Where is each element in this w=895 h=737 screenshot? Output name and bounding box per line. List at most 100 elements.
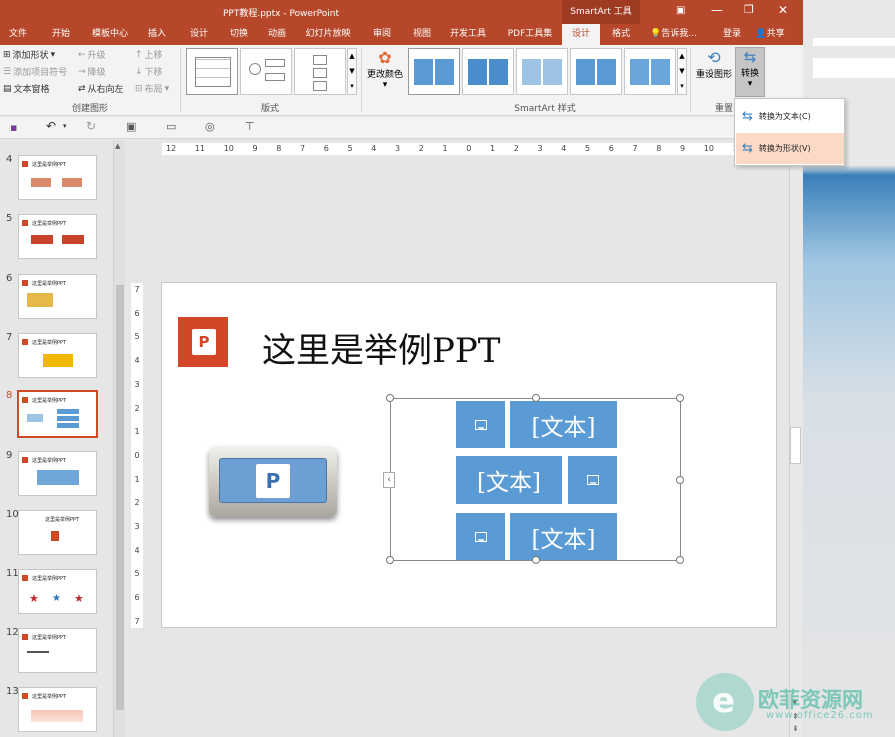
slide-layout-icon[interactable]: ▭ — [166, 120, 176, 133]
resize-handle[interactable] — [676, 556, 684, 564]
slide-thumbnail-10[interactable]: 这里是举例PPT — [18, 510, 97, 555]
smartart-frame[interactable]: [文本] [文本] [文本] ‹ — [383, 394, 684, 564]
present-icon[interactable]: ⊤ — [245, 120, 255, 133]
change-colors-button[interactable]: ✿ 更改颜色 ▾ — [366, 48, 404, 96]
login-link[interactable]: 登录 — [718, 24, 746, 45]
slide-thumb-title: 这里是举例PPT — [32, 398, 67, 404]
tab-smartart-design[interactable]: 设计 — [562, 24, 600, 45]
redo-icon[interactable]: ↻ — [86, 119, 96, 133]
slide-thumb-title: 这里是举例PPT — [32, 635, 67, 641]
share-button[interactable]: 👤共享 — [750, 24, 790, 45]
tab-design[interactable]: 设计 — [182, 24, 216, 45]
layout-button[interactable]: ⊟ 布局 ▾ — [135, 82, 169, 96]
ruler-labels: 1211109876543210123456789101112 — [162, 143, 776, 155]
picture-placeholder[interactable] — [456, 401, 505, 448]
restore-icon[interactable]: ❐ — [744, 3, 754, 16]
move-up-button[interactable]: ↑ 上移 — [135, 48, 163, 62]
resize-handle[interactable] — [386, 556, 394, 564]
slide-thumbnail-7[interactable]: 这里是举例PPT — [18, 333, 97, 378]
text-pane-toggle-icon[interactable]: ‹ — [383, 472, 395, 488]
picture-placeholder[interactable] — [456, 513, 505, 560]
slide-thumbnail-5[interactable]: 这里是举例PPT — [18, 214, 97, 259]
current-slide[interactable]: P 这里是举例PPT P [文本] [文本] [文本] ‹ — [161, 282, 777, 628]
from-beginning-icon[interactable]: ◎ — [205, 120, 215, 133]
tab-home[interactable]: 开始 — [43, 24, 79, 45]
tab-format[interactable]: 格式 — [603, 24, 639, 45]
text-placeholder[interactable]: [文本] — [510, 401, 617, 448]
add-bullet-button[interactable]: ☰ 添加项目符号 — [3, 65, 67, 79]
slide-thumbnail-9[interactable]: 这里是举例PPT — [18, 451, 97, 496]
style-gallery-item-3[interactable] — [516, 48, 568, 95]
editor-scrollbar[interactable]: ▼ ⇞ ⇟ — [789, 140, 802, 737]
style-gallery-item-5[interactable] — [624, 48, 676, 95]
tab-file[interactable]: 文件 — [2, 24, 34, 45]
slide-number: 11 — [6, 568, 19, 579]
minimize-icon[interactable]: — — [711, 3, 723, 17]
layout-gallery-item-3[interactable] — [294, 48, 346, 95]
dropdown-arrow-icon[interactable]: ▾ — [63, 122, 67, 130]
style-gallery-item-4[interactable] — [570, 48, 622, 95]
resize-handle[interactable] — [676, 476, 684, 484]
scrollbar-thumb[interactable] — [116, 285, 124, 710]
undo-icon[interactable]: ↶ — [46, 119, 56, 133]
text-placeholder[interactable]: [文本] — [456, 456, 562, 504]
tab-view[interactable]: 视图 — [405, 24, 439, 45]
layout-preview-icon — [265, 59, 285, 67]
slide-thumbnail-12[interactable]: 这里是举例PPT — [18, 628, 97, 673]
thumbnail-scrollbar[interactable]: ▲ — [113, 140, 125, 737]
resize-handle[interactable] — [532, 556, 540, 564]
slide-thumbnail-6[interactable]: 这里是举例PPT — [18, 274, 97, 319]
move-down-icon: ↓ — [135, 66, 143, 77]
picture-placeholder[interactable] — [568, 456, 617, 504]
tab-review[interactable]: 审阅 — [365, 24, 399, 45]
promote-button[interactable]: ← 升级 — [78, 48, 106, 62]
add-shape-button[interactable]: ⊞ 添加形状 ▾ — [3, 48, 56, 62]
new-slide-icon[interactable]: ▣ — [126, 120, 136, 133]
slide-thumbnail-4[interactable]: 这里是举例PPT — [18, 155, 97, 200]
resize-handle[interactable] — [676, 394, 684, 402]
move-down-button[interactable]: ↓ 下移 — [135, 65, 163, 79]
slide-thumbnail-8[interactable]: 这里是举例PPT — [17, 390, 98, 438]
resize-handle[interactable] — [386, 394, 394, 402]
text-placeholder[interactable]: [文本] — [510, 513, 617, 560]
slide-thumb-title: 这里是举例PPT — [32, 694, 67, 700]
style-gallery-scroll[interactable]: ▲ ▼ ▾ — [677, 48, 687, 95]
layout-gallery-item-2[interactable] — [240, 48, 292, 95]
powerpoint-image-button[interactable]: P — [209, 447, 337, 517]
tab-insert[interactable]: 插入 — [140, 24, 174, 45]
slide-thumbnail-11[interactable]: 这里是举例PPT ★ ★ ★ — [18, 569, 97, 614]
scrollbar-thumb[interactable] — [790, 427, 801, 464]
tab-animations[interactable]: 动画 — [260, 24, 294, 45]
slide-shape — [27, 293, 53, 307]
dropdown-arrow-icon: ▾ — [50, 49, 56, 60]
layout-gallery-scroll[interactable]: ▲ ▼ ▾ — [347, 48, 357, 95]
save-icon[interactable]: ▪ — [10, 121, 17, 134]
reset-graphic-button[interactable]: ⟲ 重设图形 — [694, 48, 734, 94]
tab-transitions[interactable]: 切换 — [222, 24, 256, 45]
next-slide-icon[interactable]: ⇟ — [792, 724, 799, 733]
slide-thumbnail-13[interactable]: 这里是举例PPT — [18, 687, 97, 732]
slide-title[interactable]: 这里是举例PPT — [262, 323, 500, 372]
demote-button[interactable]: → 降级 — [78, 65, 106, 79]
text-pane-button[interactable]: ▤ 文本窗格 — [3, 82, 50, 96]
scroll-up-icon[interactable]: ▲ — [115, 142, 120, 150]
style-gallery-item-1[interactable] — [408, 48, 460, 95]
tab-templates[interactable]: 模板中心 — [88, 24, 132, 45]
tab-developer[interactable]: 开发工具 — [446, 24, 490, 45]
layout-gallery-item-1[interactable] — [186, 48, 238, 95]
tell-me-box[interactable]: 💡告诉我... — [650, 24, 700, 45]
tab-pdf[interactable]: PDF工具集 — [505, 24, 555, 45]
right-to-left-button[interactable]: ⇄ 从右向左 — [78, 82, 124, 96]
tab-slideshow[interactable]: 幻灯片放映 — [302, 24, 354, 45]
convert-to-text-item[interactable]: ⇆ 转换为文本(C) — [736, 101, 844, 132]
convert-button[interactable]: ⇆ 转换 ▾ — [735, 47, 765, 97]
close-icon[interactable]: ✕ — [778, 3, 788, 17]
ruler-tick-label: 3 — [395, 144, 401, 153]
style-gallery-item-2[interactable] — [462, 48, 514, 95]
ribbon-display-icon[interactable]: ▣ — [676, 5, 685, 16]
ribbon: ⊞ 添加形状 ▾ ☰ 添加项目符号 ▤ 文本窗格 ← 升级 → 降级 ⇄ 从右向左 ↑ 上移 ↓… — [0, 45, 803, 116]
convert-to-shapes-item[interactable]: ⇆ 转换为形状(V) — [736, 133, 844, 164]
layout-preview-icon — [249, 63, 261, 75]
resize-handle[interactable] — [532, 394, 540, 402]
slide-logo-icon — [22, 575, 28, 581]
